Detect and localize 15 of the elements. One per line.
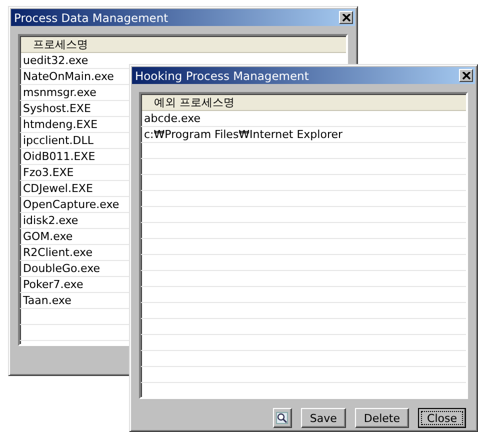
dialog-button[interactable]: Delete [354,408,410,428]
column-header[interactable]: 프로세스명 [21,37,346,53]
close-button[interactable] [339,11,353,24]
find-button[interactable] [272,408,292,428]
column-header[interactable]: 예외 프로세스명 [142,95,466,111]
magnifier-icon [276,412,288,424]
list-row[interactable]: abcde.exe [141,111,466,127]
list-row[interactable]: c:₩Program Files₩Internet Explorer [141,127,466,143]
window-title: Process Data Management [14,10,168,24]
close-button[interactable] [459,69,473,82]
dialog-button[interactable]: Close [418,408,466,428]
close-icon [462,72,470,80]
dialog-button[interactable]: Save [300,408,346,428]
close-icon [342,14,350,22]
window-title: Hooking Process Management [135,68,309,82]
